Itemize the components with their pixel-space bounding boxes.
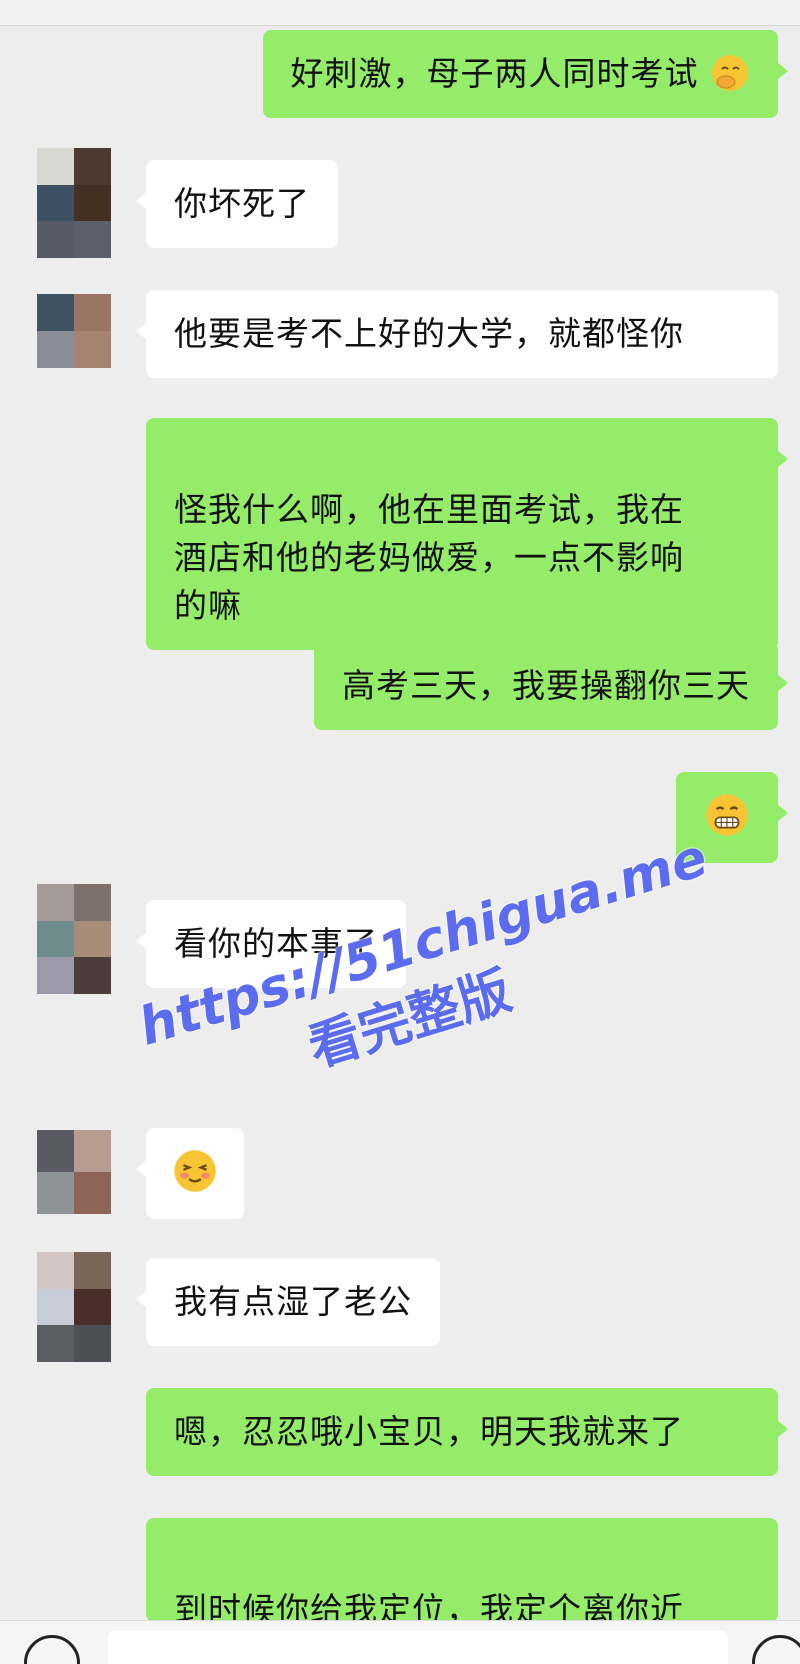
avatar[interactable] (37, 148, 111, 258)
message-text: 怪我什么啊，他在里面考试，我在 酒店和他的老妈做爱，一点不影响 的嘛 (174, 490, 684, 625)
message-bubble-outgoing[interactable]: 高考三天，我要操翻你三天 (314, 642, 788, 730)
input-bar (0, 1620, 800, 1664)
avatar[interactable] (37, 1252, 111, 1362)
message-bubble-incoming[interactable]: 我有点湿了老公 (136, 1258, 440, 1346)
grimacing-emoji-icon (706, 794, 748, 836)
message-bubble-incoming[interactable]: 他要是考不上好的大学，就都怪你 (136, 290, 778, 378)
message-text: 你坏死了 (174, 184, 310, 223)
voice-input-icon[interactable] (24, 1635, 80, 1664)
avatar[interactable] (37, 1130, 111, 1214)
message-text: 我有点湿了老公 (174, 1282, 412, 1321)
message-bubble-outgoing[interactable]: 到时候你给我定位，我定个离你近 的位置 (146, 1518, 778, 1622)
avatar[interactable] (37, 294, 111, 368)
message-input[interactable] (108, 1631, 728, 1664)
message-text: 到时候你给我定位，我定个离你近 的位置 (174, 1590, 684, 1622)
avatar[interactable] (37, 884, 111, 994)
hand-over-mouth-emoji-icon (712, 55, 748, 91)
message-text: 他要是考不上好的大学，就都怪你 (174, 314, 684, 353)
more-options-icon[interactable] (752, 1635, 800, 1664)
message-bubble-outgoing[interactable]: 好刺激，母子两人同时考试 (262, 30, 788, 118)
message-text: 嗯，忍忍哦小宝贝，明天我就来了 (174, 1412, 684, 1451)
message-text: 高考三天，我要操翻你三天 (342, 666, 750, 705)
message-bubble-outgoing[interactable]: 怪我什么啊，他在里面考试，我在 酒店和他的老妈做爱，一点不影响 的嘛 (146, 418, 788, 650)
message-bubble-outgoing[interactable]: 嗯，忍忍哦小宝贝，明天我就来了 (146, 1388, 788, 1476)
message-bubble-incoming[interactable]: 你坏死了 (136, 160, 338, 248)
message-text: 好刺激，母子两人同时考试 (290, 54, 699, 93)
